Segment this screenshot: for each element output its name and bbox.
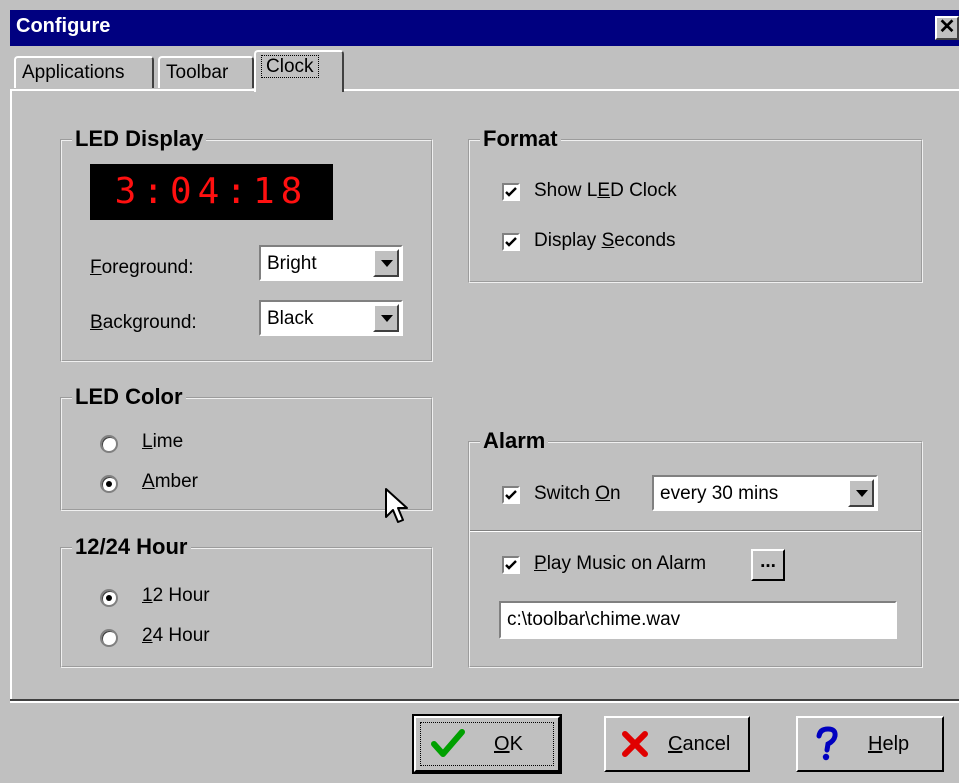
show-led-label: Show LED Clock [534,180,677,201]
lime-label: Lime [142,431,184,452]
tab-toolbar[interactable]: Toolbar [158,56,254,88]
help-button[interactable]: Help [796,716,944,772]
led-color-group: LED Color Lime Amber [60,385,433,511]
checkmark-icon [505,187,517,197]
foreground-label: Foreground: [90,257,194,278]
x-icon [622,731,648,757]
close-icon: ✕ [938,16,956,38]
foreground-value: Bright [267,253,317,274]
led-display-group: LED Display 3:04:18 Foreground: Bright B… [60,127,433,362]
background-label: Background: [90,312,197,333]
tab-label: Toolbar [166,62,229,83]
play-music-label: Play Music on Alarm [534,553,707,574]
amber-radio[interactable] [100,475,118,493]
led-color-legend: LED Color [72,385,186,409]
close-button[interactable]: ✕ [935,16,959,40]
play-music-checkbox[interactable] [502,556,520,574]
format-group: Format Show LED Clock Display Seconds [468,127,923,283]
format-legend: Format [480,127,561,151]
ok-button[interactable]: OK [412,714,562,774]
tab-label: Applications [22,62,125,83]
check-icon [431,729,465,757]
12-hour-label: 12 Hour [142,585,210,606]
switch-on-label: Switch On [534,483,621,504]
hour-mode-legend: 12/24 Hour [72,535,191,559]
led-clock-preview: 3:04:18 [90,164,333,220]
checkmark-icon [505,490,517,500]
checkmark-icon [505,237,517,247]
ok-label: OK [494,733,523,755]
alarm-interval-dropdown[interactable]: every 30 mins [652,475,878,511]
lime-radio[interactable] [100,435,118,453]
help-label: Help [868,733,910,755]
title-bar: Configure ✕ [10,10,959,46]
alarm-interval-value: every 30 mins [660,483,779,504]
mouse-cursor-icon [385,488,408,523]
chevron-down-icon[interactable] [373,304,399,332]
question-icon [816,726,838,761]
bottom-separator [10,699,959,703]
chevron-down-icon[interactable] [373,249,399,277]
display-seconds-checkbox[interactable] [502,233,520,251]
chevron-down-icon[interactable] [848,479,874,507]
browse-sound-button[interactable]: ... [751,549,785,581]
alarm-divider [470,530,921,532]
cancel-button[interactable]: Cancel [604,716,750,772]
tab-clock[interactable]: Clock [254,50,344,92]
background-dropdown[interactable]: Black [259,300,403,336]
hour-mode-group: 12/24 Hour 12 Hour 24 Hour [60,535,433,668]
window-title: Configure [16,15,111,37]
alarm-legend: Alarm [480,429,549,453]
alarm-group: Alarm Switch On every 30 mins Play Music… [468,429,923,668]
tab-label: Clock [261,55,319,78]
led-display-legend: LED Display [72,127,207,151]
checkmark-icon [505,560,517,570]
24-hour-radio[interactable] [100,629,118,647]
tab-applications[interactable]: Applications [14,56,154,88]
cancel-label: Cancel [668,733,731,755]
show-led-checkbox[interactable] [502,183,520,201]
switch-on-checkbox[interactable] [502,486,520,504]
sound-file-input[interactable] [499,601,897,639]
tab-panel: LED Display 3:04:18 Foreground: Bright B… [10,89,959,699]
configure-dialog: Configure ✕ Applications Toolbar Clock L… [0,0,959,783]
24-hour-label: 24 Hour [142,625,210,646]
foreground-dropdown[interactable]: Bright [259,245,403,281]
display-seconds-label: Display Seconds [534,230,676,251]
amber-label: Amber [142,471,198,492]
background-value: Black [267,308,314,329]
12-hour-radio[interactable] [100,589,118,607]
